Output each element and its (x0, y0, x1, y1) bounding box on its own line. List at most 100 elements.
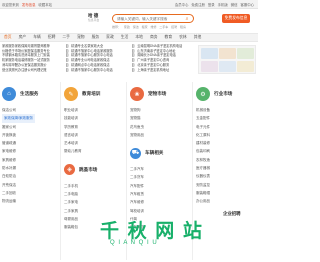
category-item[interactable]: 二手家电 (64, 198, 124, 206)
hot-word[interactable]: 家政 (124, 25, 130, 29)
category-header: ⚙ 行业市场 (196, 82, 256, 106)
category-item[interactable]: 办公用品 (196, 197, 256, 205)
nav-item[interactable]: 教育 (165, 35, 173, 40)
news-thumbnail[interactable] (201, 48, 218, 59)
category-item[interactable]: 保洁公司 (2, 106, 52, 114)
hot-word[interactable]: 招聘 (171, 25, 177, 29)
category-item[interactable]: 宠物猫 (130, 114, 190, 122)
category-title[interactable]: 教育培训 (82, 91, 100, 97)
wechat-link[interactable]: 微信 (231, 3, 238, 7)
category-item[interactable]: 五金配件 (196, 114, 256, 122)
category-item[interactable]: 防水补漏 (2, 164, 52, 172)
nav-item[interactable]: 服务 (92, 35, 100, 40)
bookmark-link[interactable]: 收藏本站 (38, 3, 52, 7)
nav-item[interactable]: 农林 (179, 35, 187, 40)
news-link[interactable]: 【】 精通不落家中心服务中心电话 (64, 68, 126, 73)
register-link[interactable]: 免费注册 (191, 3, 205, 7)
category-title[interactable]: 生活服务 (20, 91, 38, 97)
hot-word[interactable]: 租房 (180, 25, 186, 29)
category-item[interactable]: 汽车租赁 (130, 190, 190, 198)
category-item[interactable]: 搬家公司 (2, 123, 52, 131)
category-item[interactable]: 化工原料 (196, 131, 256, 139)
nav-item[interactable]: 生活 (121, 35, 129, 40)
publish-button[interactable]: 免费发布信息 (222, 14, 250, 23)
search-input[interactable] (113, 16, 181, 21)
category-item[interactable]: 艺术培训 (64, 139, 124, 147)
category-item[interactable]: 学历教育 (64, 123, 124, 131)
category-item[interactable]: 花鸟鱼虫 (130, 123, 190, 131)
nav-item[interactable]: 招聘 (48, 35, 56, 40)
category-item[interactable]: 仪器仪表 (196, 172, 256, 180)
category-item[interactable]: 农林牧渔 (196, 156, 256, 164)
news-link[interactable]: 营业执照代办注册公司代理记账 (2, 68, 62, 73)
nav-item[interactable]: 车辆 (33, 35, 41, 40)
category-item[interactable]: 二手手机 (64, 182, 124, 190)
category-item[interactable]: 医疗器械 (196, 164, 256, 172)
hot-word[interactable]: 维修 (150, 25, 156, 29)
category-title[interactable]: 车辆相关 (145, 150, 163, 156)
category-item[interactable]: 二手家具 (64, 207, 124, 215)
news-link[interactable]: 【】 上海亲子鉴定机构地址 (130, 68, 196, 73)
mobile-link[interactable]: 手机版 (218, 3, 228, 7)
category-item[interactable]: 驾校培训 (130, 207, 190, 215)
news-thumbnail[interactable] (237, 61, 254, 72)
category-item[interactable]: 安防监控 (196, 181, 256, 189)
category-item[interactable]: 二手汽车 (130, 165, 190, 173)
nav-item[interactable]: 其他 (194, 35, 202, 40)
category-item[interactable]: 语言培训 (64, 131, 124, 139)
nav-item[interactable]: 本地 (135, 35, 143, 40)
category-item[interactable]: 二手电脑 (64, 190, 124, 198)
nav-item[interactable]: 商务 (150, 35, 158, 40)
category-item[interactable]: 开荒保洁 (2, 181, 52, 189)
category-item[interactable]: 技能培训 (64, 114, 124, 122)
search-icon[interactable]: ⌕ (181, 15, 193, 22)
category-item[interactable]: 机械设备 (196, 106, 256, 114)
category-item[interactable]: 家具维修 (2, 156, 52, 164)
category-item[interactable]: 管道疏通 (2, 139, 52, 147)
news-thumbnail[interactable] (219, 61, 236, 72)
post-info-link[interactable]: 发布信息 (22, 3, 36, 7)
hot-word-label: 推荐： (112, 25, 122, 29)
nav-item[interactable]: 宠物 (77, 35, 85, 40)
news-thumbnail[interactable] (219, 48, 236, 59)
nav-item-home[interactable]: 首页 (4, 35, 12, 40)
member-center-link[interactable]: 会员中心 (175, 3, 189, 7)
biz-section-title[interactable]: 企业招聘 (223, 211, 241, 217)
paw-icon: ❀ (130, 87, 144, 101)
logo-subtitle: 信息平台 (88, 18, 100, 22)
category-item[interactable]: 白蚁防治 (2, 172, 52, 180)
category-item-highlight[interactable]: 家政保姆/家政服务 (2, 114, 35, 123)
category-item[interactable]: 电子元件 (196, 123, 256, 131)
category-item[interactable]: 服装鞋帽 (196, 189, 256, 197)
category-item[interactable]: 宠物狗 (130, 106, 190, 114)
hot-word[interactable]: 保洁 (133, 25, 139, 29)
support-link[interactable]: 客服中心 (240, 3, 254, 7)
category-title[interactable]: 宠物市场 (148, 91, 166, 97)
news-thumbnail[interactable] (201, 61, 218, 72)
category-item[interactable]: 二手货车 (130, 173, 190, 181)
hot-word[interactable]: 二手车 (159, 25, 168, 29)
hot-word[interactable]: 搬家 (142, 25, 148, 29)
category-item[interactable]: 职业培训 (64, 106, 124, 114)
nav-item[interactable]: 家政 (106, 35, 114, 40)
category-item[interactable]: 汽车维修 (130, 198, 190, 206)
site-logo[interactable]: 哈 德 信息平台 (88, 13, 102, 28)
category-item[interactable]: 家电维修 (2, 147, 52, 155)
category-item[interactable]: 宠物用品 (130, 131, 190, 139)
category-item[interactable]: 汽车配件 (130, 182, 190, 190)
category-title[interactable]: 行业市场 (214, 91, 232, 97)
category-item[interactable]: 婴幼儿教育 (64, 147, 124, 155)
category-title[interactable]: 跳蚤市场 (79, 167, 97, 173)
category-item[interactable]: 物流运输 (2, 197, 52, 205)
news-thumbnail[interactable] (237, 48, 254, 59)
news-column-1: 家政服务家政保姆月嫂育婴师推荐 价格低于市场价家庭保洁服务专业 不锈钢水箱清洗消… (2, 44, 62, 72)
nav-item[interactable]: 二手 (62, 35, 70, 40)
category-item[interactable]: 二手回收 (2, 189, 52, 197)
nav-item[interactable]: 房产 (19, 35, 27, 40)
category-item[interactable]: 开锁换锁 (2, 131, 52, 139)
category-item[interactable]: 建材装修 (196, 139, 256, 147)
category-list: 职业培训 技能培训 学历教育 语言培训 艺术培训 婴幼儿教育 (64, 106, 124, 156)
login-link[interactable]: 登录 (208, 3, 215, 7)
watermark-subtitle: Q I A N Q I U (110, 240, 158, 246)
category-item[interactable]: 包装印刷 (196, 147, 256, 155)
